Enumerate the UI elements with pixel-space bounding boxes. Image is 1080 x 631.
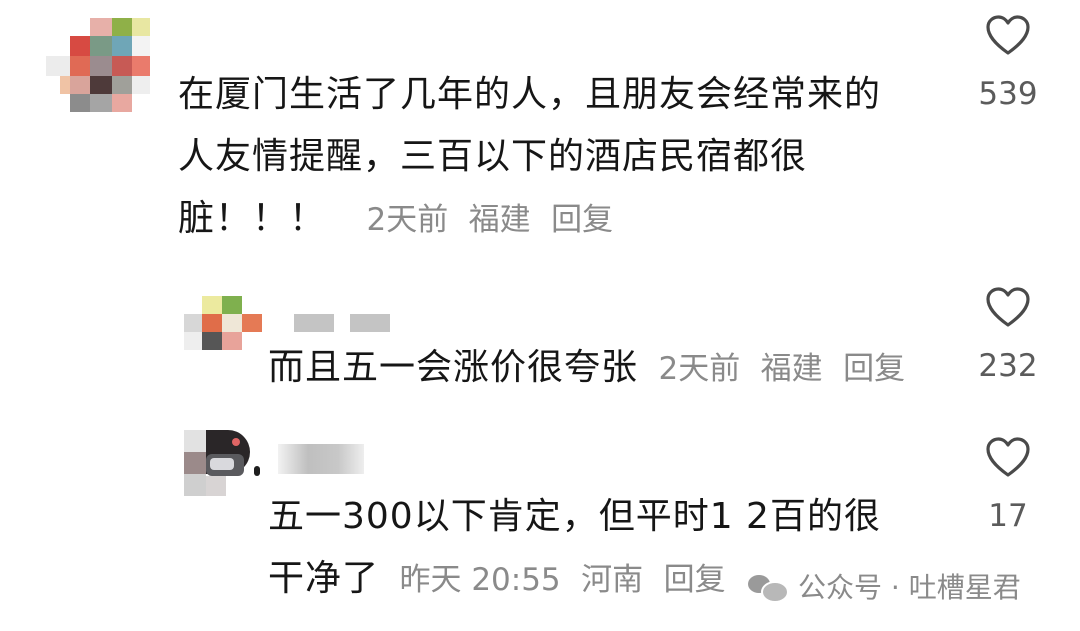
avatar[interactable] bbox=[46, 18, 150, 112]
avatar[interactable] bbox=[184, 430, 250, 498]
watermark-text: 公众号 · 吐槽星君 bbox=[798, 571, 1021, 604]
username-blurred bbox=[350, 314, 390, 332]
comment-line: 人友情提醒，三百以下的酒店民宿都很 bbox=[178, 136, 808, 177]
like-count: 232 bbox=[978, 348, 1038, 384]
like-count: 17 bbox=[988, 498, 1028, 534]
comment-location: 河南 bbox=[581, 562, 644, 598]
comment-time: 昨天 20:55 bbox=[399, 562, 561, 598]
dot-icon bbox=[254, 466, 260, 476]
comment-line-start: 而且五一会涨价很夸张 bbox=[268, 347, 639, 388]
comment-line-end: 脏！！！ bbox=[178, 198, 327, 239]
avatar[interactable] bbox=[184, 296, 262, 354]
like-button[interactable]: 539 bbox=[968, 14, 1048, 112]
comment-time: 2天前 bbox=[366, 202, 449, 238]
comment-line: 脏！！！ 2天前 福建 回复 bbox=[178, 188, 881, 251]
reply-button[interactable]: 回复 bbox=[664, 562, 726, 598]
username-blurred bbox=[278, 444, 364, 474]
reply-button[interactable]: 回复 bbox=[551, 202, 613, 238]
comment-location: 福建 bbox=[468, 202, 531, 238]
comment-line-end: 干净了 bbox=[268, 558, 380, 599]
comment-time: 2天前 bbox=[658, 351, 741, 387]
comment-text: 而且五一会涨价很夸张 2天前 福建 回复 bbox=[268, 337, 905, 400]
comment-line: 五一300以下肯定，但平时1 2百的很 bbox=[268, 496, 881, 537]
comment-text: 在厦门生活了几年的人，且朋友会经常来的 人友情提醒，三百以下的酒店民宿都很 脏！… bbox=[178, 64, 881, 251]
watermark: 公众号 · 吐槽星君 bbox=[748, 566, 1021, 606]
comment-line: 在厦门生活了几年的人，且朋友会经常来的 bbox=[178, 74, 882, 115]
heart-outline-icon bbox=[986, 15, 1030, 55]
comment-line: 而且五一会涨价很夸张 2天前 福建 回复 bbox=[268, 337, 905, 400]
like-button[interactable]: 232 bbox=[968, 286, 1048, 384]
reply-button[interactable]: 回复 bbox=[843, 351, 905, 387]
wechat-icon bbox=[748, 571, 789, 603]
like-button[interactable]: 17 bbox=[968, 436, 1048, 534]
heart-outline-icon bbox=[986, 287, 1030, 327]
username-blurred bbox=[294, 314, 334, 332]
comment-location: 福建 bbox=[760, 351, 823, 387]
heart-outline-icon bbox=[986, 437, 1030, 477]
like-count: 539 bbox=[978, 76, 1038, 112]
